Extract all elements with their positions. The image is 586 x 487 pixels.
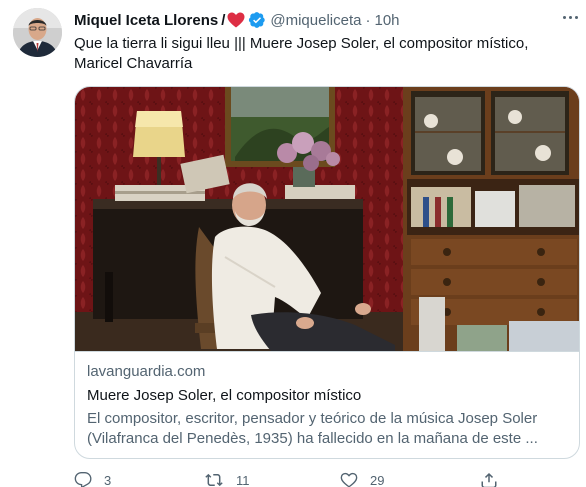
retweet-button[interactable]: 11 — [204, 470, 250, 487]
tweet[interactable]: Miquel Iceta Llorens / @miqueliceta · 10… — [0, 0, 586, 487]
card-domain: lavanguardia.com — [87, 363, 206, 380]
tweet-timestamp[interactable]: 10h — [374, 12, 399, 29]
like-button[interactable]: 29 — [340, 470, 384, 487]
author-name[interactable]: Miquel Iceta Llorens — [74, 12, 218, 29]
share-icon — [480, 471, 498, 487]
author-name-suffix: / — [221, 11, 226, 29]
heart-emoji-icon — [227, 12, 245, 28]
like-count: 29 — [370, 472, 385, 487]
card-body: lavanguardia.com Muere Josep Soler, el c… — [75, 351, 579, 458]
card-description: El compositor, escritor, pensador y teór… — [87, 410, 538, 447]
header-separator: · — [365, 11, 371, 29]
share-button[interactable] — [480, 470, 498, 487]
tweet-actions: 3 11 29 — [74, 470, 580, 487]
more-options-icon[interactable] — [560, 8, 582, 26]
link-card[interactable]: lavanguardia.com Muere Josep Soler, el c… — [74, 86, 580, 459]
tweet-text: Que la tierra li sigui lleu ||| Muere Jo… — [74, 35, 529, 72]
reply-button[interactable]: 3 — [74, 470, 111, 487]
verified-badge-icon — [248, 11, 266, 29]
avatar[interactable] — [13, 8, 62, 57]
author-handle[interactable]: @miqueliceta — [270, 12, 361, 29]
retweet-icon — [204, 471, 224, 487]
reply-icon — [74, 471, 92, 487]
reply-count: 3 — [104, 472, 112, 487]
retweet-count: 11 — [236, 472, 250, 487]
card-title: Muere Josep Soler, el compositor místico — [87, 387, 362, 404]
tweet-header: Miquel Iceta Llorens / @miqueliceta · 10… — [74, 10, 400, 30]
card-image[interactable] — [75, 87, 579, 351]
like-icon — [340, 471, 358, 487]
